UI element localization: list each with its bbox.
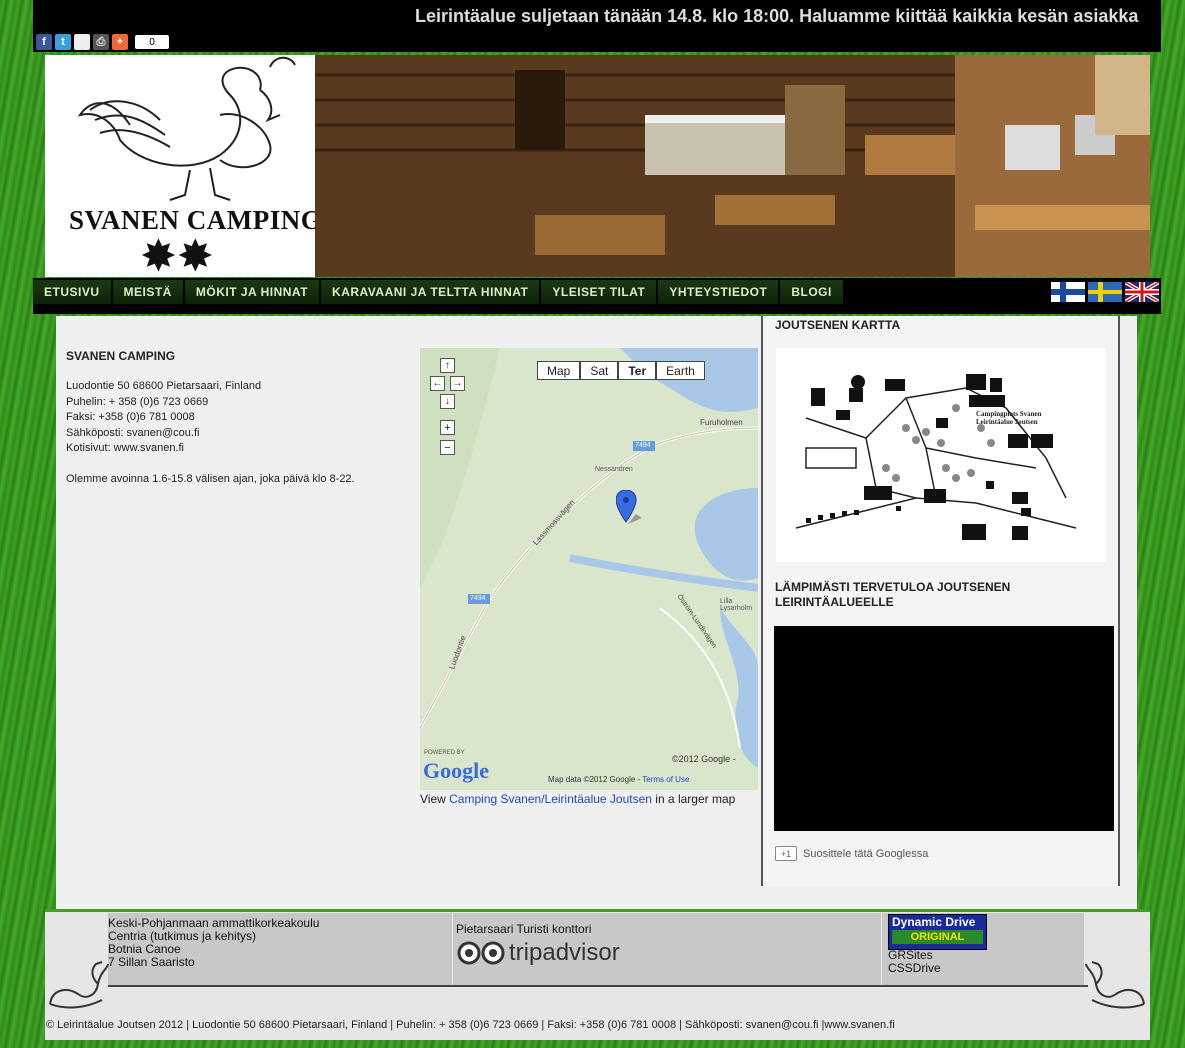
footer-turisti[interactable]: Pietarsaari Turisti konttori xyxy=(453,913,881,936)
swan-right-icon xyxy=(1085,961,1145,1009)
view-prefix: View xyxy=(420,792,450,806)
map-type-earth[interactable]: Earth xyxy=(656,361,705,380)
tripadvisor-owl-icon xyxy=(457,941,505,965)
map-type-ter[interactable]: Ter xyxy=(618,361,657,380)
nav-item-etusivu[interactable]: ETUSIVU xyxy=(33,280,113,304)
map-type-sat[interactable]: Sat xyxy=(580,361,619,380)
print-icon[interactable]: ⎙ xyxy=(93,34,109,50)
footer-col-1: Keski-Pohjanmaan ammattikorkeakoulu Cent… xyxy=(108,913,452,985)
contact-info: Luodontie 50 68600 Pietarsaari, Finland … xyxy=(66,379,406,487)
map-type-map[interactable]: Map xyxy=(537,361,581,380)
news-ticker: Leirintäalue suljetaan tänään 14.8. klo … xyxy=(415,6,1139,26)
contact-address: Luodontie 50 68600 Pietarsaari, Finland xyxy=(66,380,262,392)
pan-down-icon[interactable]: ↓ xyxy=(440,394,455,409)
nav-item-yhteystiedot[interactable]: YHTEYSTIEDOT xyxy=(658,280,781,304)
footer-link-saaristo[interactable]: 7 Sillan Saaristo xyxy=(108,956,452,969)
nav-item-mokit[interactable]: MÖKIT JA HINNAT xyxy=(184,280,322,304)
footer-divider xyxy=(108,985,1088,987)
map-data-credit: Map data ©2012 Google - Terms of Use xyxy=(548,775,689,784)
share-plus-icon[interactable]: + xyxy=(112,34,128,50)
language-flags xyxy=(1051,282,1159,302)
powered-by: POWERED BY xyxy=(424,750,465,756)
nav-item-meista[interactable]: MEISTÄ xyxy=(112,280,185,304)
pan-right-icon[interactable]: → xyxy=(450,376,465,391)
google-logo[interactable]: Google xyxy=(423,758,489,784)
logo[interactable]: SVANEN CAMPING ✸✸ xyxy=(45,55,335,277)
map-heading: JOUTSENEN KARTTA xyxy=(775,318,901,332)
share-count: 0 xyxy=(135,35,169,49)
twitter-icon[interactable]: t xyxy=(55,34,71,50)
dd-line-1: Dynamic Drive xyxy=(892,915,976,929)
map-copyright: ©2012 Google - xyxy=(672,754,736,764)
finnish-flag-icon[interactable] xyxy=(1051,282,1085,302)
view-suffix: in a larger map xyxy=(651,792,736,806)
pan-left-icon[interactable]: ← xyxy=(430,376,445,391)
map-place-lysarholm: Lilla Lysarholm xyxy=(720,598,753,612)
dd-line-2: ORIGINAL xyxy=(892,930,983,944)
zoom-out-icon[interactable]: − xyxy=(440,440,455,455)
facebook-icon[interactable]: f xyxy=(36,34,52,50)
map-place-furuholmen: Furuholmen xyxy=(700,418,743,427)
map-terrain xyxy=(420,348,758,790)
header-photo xyxy=(315,55,1150,277)
campsite-map-image xyxy=(776,348,1106,562)
map-pin-icon[interactable] xyxy=(616,490,646,526)
social-share-bar: f t ⎙ + 0 xyxy=(36,34,169,50)
larger-map-text: View Camping Svanen/Leirintäalue Joutsen… xyxy=(420,792,760,807)
footer-link-cssdrive[interactable]: CSSDrive xyxy=(888,962,941,975)
footer-link-centria-ak[interactable]: Keski-Pohjanmaan ammattikorkeakoulu xyxy=(108,913,452,930)
contact-email: Sähköposti: svanen@cou.fi xyxy=(66,426,200,439)
google-plus-button[interactable]: +1 Suosittele tätä Googlessa xyxy=(775,846,928,861)
google-plus-text: Suosittele tätä Googlessa xyxy=(803,847,929,860)
main-nav: ETUSIVU MEISTÄ MÖKIT JA HINNAT KARAVAANI… xyxy=(33,278,1161,314)
welcome-heading: LÄMPIMÄSTI TERVETULOA JOUTSENEN LEIRINTÄ… xyxy=(775,580,1011,609)
logo-stars: ✸✸ xyxy=(140,232,214,278)
tripadvisor-logo[interactable]: tripadvisor xyxy=(453,939,881,967)
contact-fax: Faksi: +358 (0)6 781 0008 xyxy=(66,411,195,423)
larger-map-link[interactable]: Camping Svanen/Leirintäalue Joutsen xyxy=(449,792,652,806)
swan-logo-icon xyxy=(77,56,296,201)
nav-item-yleiset-tilat[interactable]: YLEISET TILAT xyxy=(541,280,659,304)
email-icon[interactable] xyxy=(74,34,90,50)
map-data-text: Map data ©2012 Google - xyxy=(548,775,641,784)
campsite-map[interactable]: Campingplats Svanen Leirintäalue Joutsen xyxy=(776,348,1106,562)
road-label-7494-b: 7494 xyxy=(470,595,486,602)
map-place-nessandren: Nessandren xyxy=(595,466,633,473)
footer-copyright: © Leirintäalue Joutsen 2012 | Luodontie … xyxy=(46,1019,895,1031)
uk-flag-icon[interactable] xyxy=(1125,282,1159,302)
cafe-interior-image xyxy=(315,55,1150,277)
header-banner: SVANEN CAMPING ✸✸ xyxy=(45,55,1150,277)
swedish-flag-icon[interactable] xyxy=(1088,282,1122,302)
pan-up-icon[interactable]: ↑ xyxy=(440,358,455,373)
footer-col-3-links: GRSites CSSDrive xyxy=(888,949,941,975)
contact-title: SVANEN CAMPING xyxy=(66,349,176,363)
nav-item-blogi[interactable]: BLOGI xyxy=(780,280,845,304)
map-type-selector: Map Sat Ter Earth xyxy=(537,361,705,380)
campsite-map-caption: Campingplats Svanen Leirintäalue Joutsen xyxy=(976,410,1042,426)
dynamic-drive-badge[interactable]: Dynamic Drive ORIGINAL xyxy=(888,914,987,950)
google-map[interactable]: 7494 7494 Furuholmen Nessandren Lassmoss… xyxy=(420,348,758,790)
road-label-7494: 7494 xyxy=(635,442,651,449)
tripadvisor-text: tripadvisor xyxy=(509,939,620,966)
video-embed[interactable] xyxy=(774,626,1114,831)
contact-website: Kotisivut: www.svanen.fi xyxy=(66,442,184,454)
contact-phone: Puhelin: + 358 (0)6 723 0669 xyxy=(66,395,209,408)
swan-left-icon xyxy=(49,961,109,1009)
terms-link[interactable]: Terms of Use xyxy=(642,775,689,784)
nav-item-karavaani[interactable]: KARAVAANI JA TELTTA HINNAT xyxy=(321,280,542,304)
opening-hours: Olemme avoinna 1.6-15.8 välisen ajan, jo… xyxy=(66,472,355,485)
google-plus-icon: +1 xyxy=(775,846,797,861)
footer-col-2: Pietarsaari Turisti konttori tripadvisor xyxy=(453,913,881,985)
zoom-in-icon[interactable]: + xyxy=(440,420,455,435)
